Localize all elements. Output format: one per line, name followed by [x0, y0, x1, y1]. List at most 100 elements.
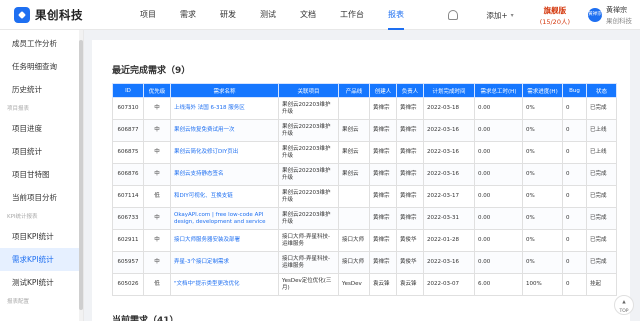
column-header[interactable]: 计划完成时间: [423, 83, 475, 98]
sidebar-scrollbar[interactable]: [79, 30, 83, 321]
table-cell: 2022-03-16: [423, 119, 475, 142]
sidebar-item[interactable]: 项目统计: [0, 140, 83, 163]
requirement-name-link[interactable]: "文档中"提示类型更改优化: [170, 273, 279, 296]
column-header[interactable]: 状态: [586, 83, 617, 98]
table-cell: 0: [562, 163, 587, 186]
table-cell: 2022-03-17: [423, 185, 475, 208]
requirement-name-link[interactable]: 果创云支持静态签名: [170, 163, 279, 186]
table-cell: 0%: [522, 141, 563, 164]
table-cell: 6.00: [474, 273, 523, 296]
table-cell: 0: [562, 273, 587, 296]
back-to-top-button[interactable]: ▲ TOP: [614, 295, 634, 315]
chevron-down-icon: ▾: [510, 11, 514, 19]
add-button[interactable]: 添加+ ▾: [486, 10, 513, 21]
sidebar-item[interactable]: 项目甘特图: [0, 163, 83, 186]
requirement-name-link[interactable]: 果创云恢复免费试用一次: [170, 119, 279, 142]
table-cell: 果创云202203维护升级: [278, 141, 339, 164]
table-cell: 黄禅宗: [396, 185, 424, 208]
table-cell: 黄俊华: [396, 229, 424, 252]
table-row[interactable]: 606875 中果创云简化及修订DIY页出 果创云202203维护升级 果创云 黄禅宗黄…: [112, 141, 617, 164]
table-cell: 0.00: [474, 251, 523, 274]
column-header[interactable]: Bug: [562, 83, 587, 98]
column-header[interactable]: ID: [112, 83, 144, 98]
column-header[interactable]: 关联项目: [278, 83, 339, 98]
table-cell: 607310: [112, 97, 144, 120]
sidebar-item[interactable]: 成员工作分析: [0, 32, 83, 55]
table-header-row: ID 优先级 需求名称 关联项目 产品线 创建人 负责人 计划完成时间 需求总工时(H) 需求进度…: [112, 83, 617, 98]
table-row[interactable]: 605957 中弄星-3个接口定制需求 接口大师-弄星科技-运维服务 接口大师 黄禅宗黄…: [112, 251, 617, 274]
sidebar-item[interactable]: 任务明细查询: [0, 55, 83, 78]
table-cell: 605957: [112, 251, 144, 274]
logo[interactable]: 果创科技: [14, 6, 114, 23]
table-cell: 0.00: [474, 163, 523, 186]
main-nav: 项目 需求 研发 测试 文档 工作台 报表: [140, 0, 428, 30]
nav-item-requirement[interactable]: 需求: [180, 0, 196, 30]
table-cell: 果创云202203维护升级: [278, 97, 339, 120]
table-cell: 2022-03-07: [423, 273, 475, 296]
table-cell: YesDev定位优化(三月): [278, 273, 339, 296]
column-header[interactable]: 负责人: [396, 83, 424, 98]
column-header[interactable]: 优先级: [143, 83, 171, 98]
column-header[interactable]: 需求名称: [170, 83, 279, 98]
table-row[interactable]: 606733 中 OkayAPI.com | free low-code API d…: [112, 207, 617, 230]
table-cell: 黄禅宗: [369, 251, 397, 274]
requirement-name-link[interactable]: 上线海外 法国 6-318 服务区: [170, 97, 279, 120]
requirement-name-link[interactable]: 接口大师服务器安装及部署: [170, 229, 279, 252]
table-cell: 低: [143, 273, 171, 296]
table-row[interactable]: 606876 中果创云支持静态签名 果创云202203维护升级 果创云 黄禅宗 黄禅宗 20…: [112, 163, 617, 186]
sidebar-item[interactable]: 测试KPI统计: [0, 271, 83, 294]
nav-item-dev[interactable]: 研发: [220, 0, 236, 30]
back-to-top-label: TOP: [619, 309, 629, 314]
table-cell: 果创云: [338, 119, 370, 142]
sidebar-item[interactable]: 当前项目分析: [0, 186, 83, 209]
add-button-label: 添加+: [486, 10, 508, 20]
table-cell: 已完成: [586, 229, 617, 252]
table-cell: 0%: [522, 251, 563, 274]
requirement-name-link[interactable]: 果创云简化及修订DIY页出: [170, 141, 279, 164]
column-header[interactable]: 创建人: [369, 83, 397, 98]
nav-item-test[interactable]: 测试: [260, 0, 276, 30]
table-cell: 低: [143, 185, 171, 208]
edition-count: (15/20人): [539, 17, 570, 26]
sidebar-item[interactable]: 项目进度: [0, 117, 83, 140]
edition-badge[interactable]: 旗舰版 (15/20人): [540, 5, 570, 26]
user-menu[interactable]: 黄禅宗 果创科技: [606, 5, 632, 25]
sidebar-item[interactable]: 历史统计: [0, 78, 83, 101]
table-cell: 606733: [112, 207, 144, 230]
table-cell: 0: [562, 97, 587, 120]
table-row[interactable]: 605026 低 "文档中"提示类型更改优化 YesDev定位优化(三月) YesDev…: [112, 273, 617, 296]
table-cell: 已完成: [586, 97, 617, 120]
nav-item-workbench[interactable]: 工作台: [340, 0, 364, 30]
table-cell: 中: [143, 163, 171, 186]
table-cell: 已完成: [586, 185, 617, 208]
table-cell: [338, 207, 370, 230]
bell-icon[interactable]: [448, 10, 459, 20]
table-cell: 接口大师-弄星科技-运维服务: [278, 251, 339, 274]
table-cell: 0: [562, 207, 587, 230]
table-body: 607310 中上线海外 法国 6-318 服务区 果创云202203维护升级 黄禅宗…: [112, 97, 617, 296]
avatar[interactable]: 黄禅宗: [588, 8, 602, 22]
sidebar-item[interactable]: 项目KPI统计: [0, 225, 83, 248]
nav-item-reports[interactable]: 报表: [388, 0, 404, 30]
column-header[interactable]: 需求总工时(H): [474, 83, 523, 98]
table-row[interactable]: 606877 中果创云恢复免费试用一次 果创云202203维护升级 果创云 黄禅宗 黄禅宗…: [112, 119, 617, 142]
table-cell: 602911: [112, 229, 144, 252]
requirement-name-link[interactable]: OkayAPI.com | free low-code API design, …: [170, 207, 279, 230]
table-row[interactable]: 607310 中上线海外 法国 6-318 服务区 果创云202203维护升级 黄禅宗…: [112, 97, 617, 120]
table-cell: 0.00: [474, 97, 523, 120]
nav-item-docs[interactable]: 文档: [300, 0, 316, 30]
column-header[interactable]: 产品线: [338, 83, 370, 98]
table-row[interactable]: 607114 低和DIY可视化、互换支链 果创云202203维护升级 黄禅宗 黄禅宗 20…: [112, 185, 617, 208]
table-cell: 黄禅宗: [396, 119, 424, 142]
nav-item-project[interactable]: 项目: [140, 0, 156, 30]
requirement-name-link[interactable]: 弄星-3个接口定制需求: [170, 251, 279, 274]
column-header[interactable]: 需求进度(H): [522, 83, 563, 98]
sidebar-scrollbar-thumb[interactable]: [79, 40, 83, 310]
requirement-name-link[interactable]: 和DIY可视化、互换支链: [170, 185, 279, 208]
table-cell: 果创云202203维护升级: [278, 185, 339, 208]
table-cell: 0%: [522, 163, 563, 186]
sidebar-item[interactable]: 需求KPI统计: [0, 248, 83, 271]
table-cell: 接口大师: [338, 229, 370, 252]
table-cell: 接口大师-弄星科技-运维服务: [278, 229, 339, 252]
table-row[interactable]: 602911 中接口大师服务器安装及部署 接口大师-弄星科技-运维服务 接口大师 黄禅宗…: [112, 229, 617, 252]
